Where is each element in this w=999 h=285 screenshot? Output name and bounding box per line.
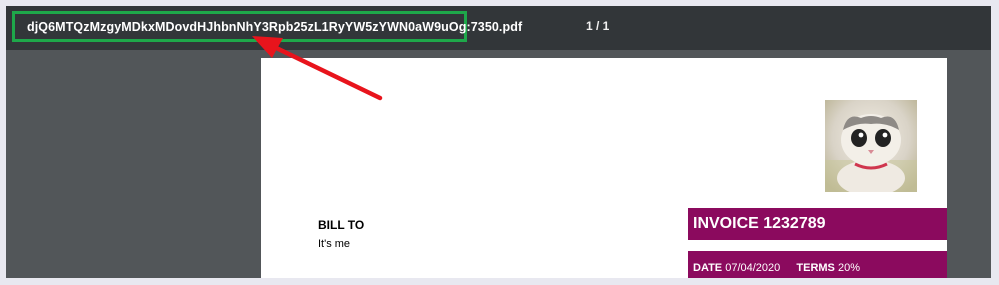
scrollbar-track[interactable]: [945, 50, 991, 278]
pdf-viewer-frame: djQ6MTQzMzgyMDkxMDovdHJhbnNhY3Rpb25zL1Ry…: [6, 6, 991, 278]
pdf-page: BILL TO It's me INVOICE 1232789 DATE 07/…: [261, 58, 947, 278]
filename-highlight-box: djQ6MTQzMzgyMDkxMDovdHJhbnNhY3Rpb25zL1Ry…: [12, 11, 522, 42]
invoice-title-banner: INVOICE 1232789: [688, 208, 947, 240]
invoice-title: INVOICE 1232789: [693, 215, 826, 232]
pdf-viewport[interactable]: BILL TO It's me INVOICE 1232789 DATE 07/…: [6, 50, 991, 278]
date-label: DATE: [693, 262, 723, 274]
bill-to-label: BILL TO: [318, 218, 365, 232]
invoice-meta-banner: DATE 07/04/2020 TERMS 20%: [688, 251, 947, 278]
bill-to-name: It's me: [318, 238, 351, 250]
terms-label: TERMS: [796, 262, 835, 274]
page-counter: 1 / 1: [586, 19, 610, 33]
file-name: djQ6MTQzMzgyMDkxMDovdHJhbnNhY3Rpb25zL1Ry…: [27, 19, 523, 34]
pdf-toolbar: djQ6MTQzMzgyMDkxMDovdHJhbnNhY3Rpb25zL1Ry…: [6, 6, 991, 50]
cat-photo: [825, 100, 917, 192]
date-value: 07/04/2020: [725, 262, 781, 274]
terms-value: 20%: [837, 262, 860, 274]
